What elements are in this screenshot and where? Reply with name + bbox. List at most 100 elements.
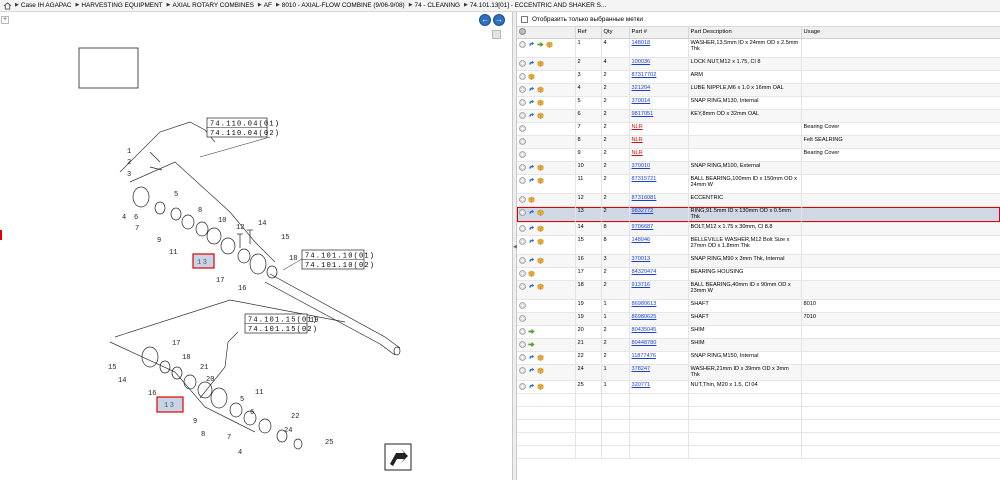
- table-row[interactable]: 21 2 80448780 SHIM: [517, 338, 1000, 352]
- part-number-link[interactable]: 80435045: [632, 327, 657, 333]
- table-row[interactable]: 18 2 913716 BALL BEARING,40mm ID x 90mm OD …: [517, 280, 1000, 300]
- replace-icon[interactable]: [528, 112, 535, 119]
- table-row[interactable]: 2 4 100036 LOCK NUT,M12 x 1.75, Cl 8: [517, 57, 1000, 71]
- table-row[interactable]: 3 2 87317702 ARM: [517, 70, 1000, 84]
- add-circle-icon[interactable]: [519, 208, 526, 216]
- part-number-link[interactable]: 378247: [632, 366, 651, 372]
- part-number-link[interactable]: 370014: [632, 98, 651, 104]
- green-arrow-icon[interactable]: [537, 41, 544, 48]
- home-icon[interactable]: [3, 1, 12, 10]
- replace-icon[interactable]: [528, 60, 535, 67]
- table-row[interactable]: 16 3 370013 SNAP RING,M90 x 3mm Thk, Intern…: [517, 254, 1000, 268]
- breadcrumb-item[interactable]: 74.101.13[01] - ECCENTRIC AND SHAKER S..…: [470, 2, 606, 9]
- table-row[interactable]: 19 1 86980625 SHAFT 7010: [517, 312, 1000, 326]
- diagram-pane[interactable]: ← → + 74.110.04(01) 74.110.04(02) 74.101…: [0, 12, 512, 480]
- part-number-link[interactable]: 86980625: [632, 314, 657, 320]
- package-icon[interactable]: [537, 86, 544, 93]
- package-icon[interactable]: [537, 383, 544, 390]
- table-row[interactable]: 5 2 370014 SNAP RING,M130, Internal: [517, 96, 1000, 110]
- breadcrumb-item[interactable]: HARVESTING EQUIPMENT: [81, 2, 162, 9]
- part-number-link[interactable]: 80448780: [632, 340, 657, 346]
- column-header-usage[interactable]: Usage: [801, 27, 1000, 39]
- select-all-header[interactable]: [517, 27, 576, 39]
- add-circle-icon[interactable]: [519, 195, 526, 203]
- package-icon[interactable]: [528, 73, 535, 80]
- part-number-link[interactable]: 148018: [632, 40, 651, 46]
- table-row[interactable]: 6 2 9817051 KEY,8mm OD x 32mm OAL: [517, 109, 1000, 123]
- part-number-link[interactable]: 320771: [632, 382, 651, 388]
- table-row[interactable]: 11 2 87315721 BALL BEARING,100mm ID x 150mm…: [517, 174, 1000, 194]
- package-icon[interactable]: [537, 60, 544, 67]
- part-number-link[interactable]: 9706687: [632, 224, 654, 230]
- column-header-description[interactable]: Part Description: [688, 27, 802, 39]
- add-circle-icon[interactable]: [519, 163, 526, 171]
- settings-icon[interactable]: [519, 27, 526, 35]
- add-circle-icon[interactable]: [519, 301, 526, 309]
- table-row[interactable]: 9 2 NLR Bearing Cover: [517, 148, 1000, 162]
- part-number-link[interactable]: 370013: [632, 256, 651, 262]
- part-number-link[interactable]: NLR: [632, 124, 643, 130]
- add-circle-icon[interactable]: [519, 111, 526, 119]
- part-number-link[interactable]: 148046: [632, 237, 651, 243]
- highlight-item-13-upper[interactable]: 13: [192, 253, 215, 269]
- column-header-ref[interactable]: Ref: [575, 27, 602, 39]
- package-icon[interactable]: [537, 112, 544, 119]
- part-number-link[interactable]: 87315721: [632, 176, 657, 182]
- highlight-item-13-lower[interactable]: 13: [156, 396, 184, 413]
- add-circle-icon[interactable]: [519, 256, 526, 264]
- package-icon[interactable]: [537, 283, 544, 290]
- add-circle-icon[interactable]: [519, 383, 526, 390]
- add-circle-icon[interactable]: [519, 282, 526, 290]
- breadcrumb-item[interactable]: AF: [264, 2, 272, 9]
- breadcrumb-item[interactable]: 74 - CLEANING: [415, 2, 460, 9]
- package-icon[interactable]: [537, 225, 544, 232]
- part-number-link[interactable]: 913716: [632, 282, 651, 288]
- green-arrow-icon[interactable]: [528, 328, 535, 335]
- add-circle-icon[interactable]: [519, 98, 526, 106]
- part-number-link[interactable]: 370010: [632, 163, 651, 169]
- column-header-part[interactable]: Part #: [629, 27, 689, 39]
- package-icon[interactable]: [537, 354, 544, 361]
- add-circle-icon[interactable]: [519, 314, 526, 322]
- part-number-link[interactable]: 9817051: [632, 111, 654, 117]
- add-circle-icon[interactable]: [519, 269, 526, 277]
- replace-icon[interactable]: [528, 225, 535, 232]
- package-icon[interactable]: [537, 367, 544, 374]
- exploded-diagram[interactable]: 74.110.04(01) 74.110.04(02) 74.101.10(01…: [0, 12, 512, 480]
- package-icon[interactable]: [537, 238, 544, 245]
- package-icon[interactable]: [537, 257, 544, 264]
- replace-icon[interactable]: [528, 86, 535, 93]
- add-circle-icon[interactable]: [519, 59, 526, 67]
- package-icon[interactable]: [537, 164, 544, 171]
- table-row[interactable]: 22 2 11877476 SNAP RING,M150, Internal: [517, 351, 1000, 365]
- add-circle-icon[interactable]: [519, 137, 526, 145]
- table-row[interactable]: 8 2 NLR Felt SEALRING: [517, 135, 1000, 149]
- table-row[interactable]: 19 1 86980613 SHAFT 8010: [517, 299, 1000, 313]
- breadcrumb-item[interactable]: AXIAL ROTARY COMBINES: [172, 2, 253, 9]
- replace-icon[interactable]: [528, 99, 535, 106]
- table-row[interactable]: 10 2 370010 SNAP RING,M100, External: [517, 161, 1000, 175]
- replace-icon[interactable]: [528, 238, 535, 245]
- table-row[interactable]: 12 2 87316081 ECCENTRIC: [517, 193, 1000, 207]
- part-number-link[interactable]: 87317702: [632, 72, 657, 78]
- table-row-selected[interactable]: 13 2 9832772 RING,91.5mm ID x 130mm OD x 0.…: [517, 206, 1000, 223]
- green-arrow-icon[interactable]: [528, 341, 535, 348]
- table-row[interactable]: 4 2 321204 LUBE NIPPLE,M6 x 1.0 x 16mm OAL: [517, 83, 1000, 97]
- replace-icon[interactable]: [528, 257, 535, 264]
- replace-icon[interactable]: [528, 383, 535, 390]
- package-icon[interactable]: [528, 196, 535, 203]
- table-row[interactable]: 20 2 80435045 SHIM: [517, 325, 1000, 339]
- table-row[interactable]: 24 1 378247 WASHER,21mm ID x 39mm OD x 3mm …: [517, 364, 1000, 381]
- add-circle-icon[interactable]: [519, 353, 526, 361]
- add-circle-icon[interactable]: [519, 224, 526, 232]
- package-icon[interactable]: [537, 177, 544, 184]
- part-number-link[interactable]: 84320474: [632, 269, 657, 275]
- package-icon[interactable]: [537, 209, 544, 216]
- package-icon[interactable]: [546, 41, 553, 48]
- package-icon[interactable]: [528, 270, 535, 277]
- part-number-link[interactable]: 321204: [632, 85, 651, 91]
- breadcrumb-item[interactable]: Case IH AGAPAC: [21, 2, 72, 9]
- add-circle-icon[interactable]: [519, 366, 526, 374]
- add-circle-icon[interactable]: [519, 327, 526, 335]
- part-number-link[interactable]: 9832772: [632, 208, 654, 214]
